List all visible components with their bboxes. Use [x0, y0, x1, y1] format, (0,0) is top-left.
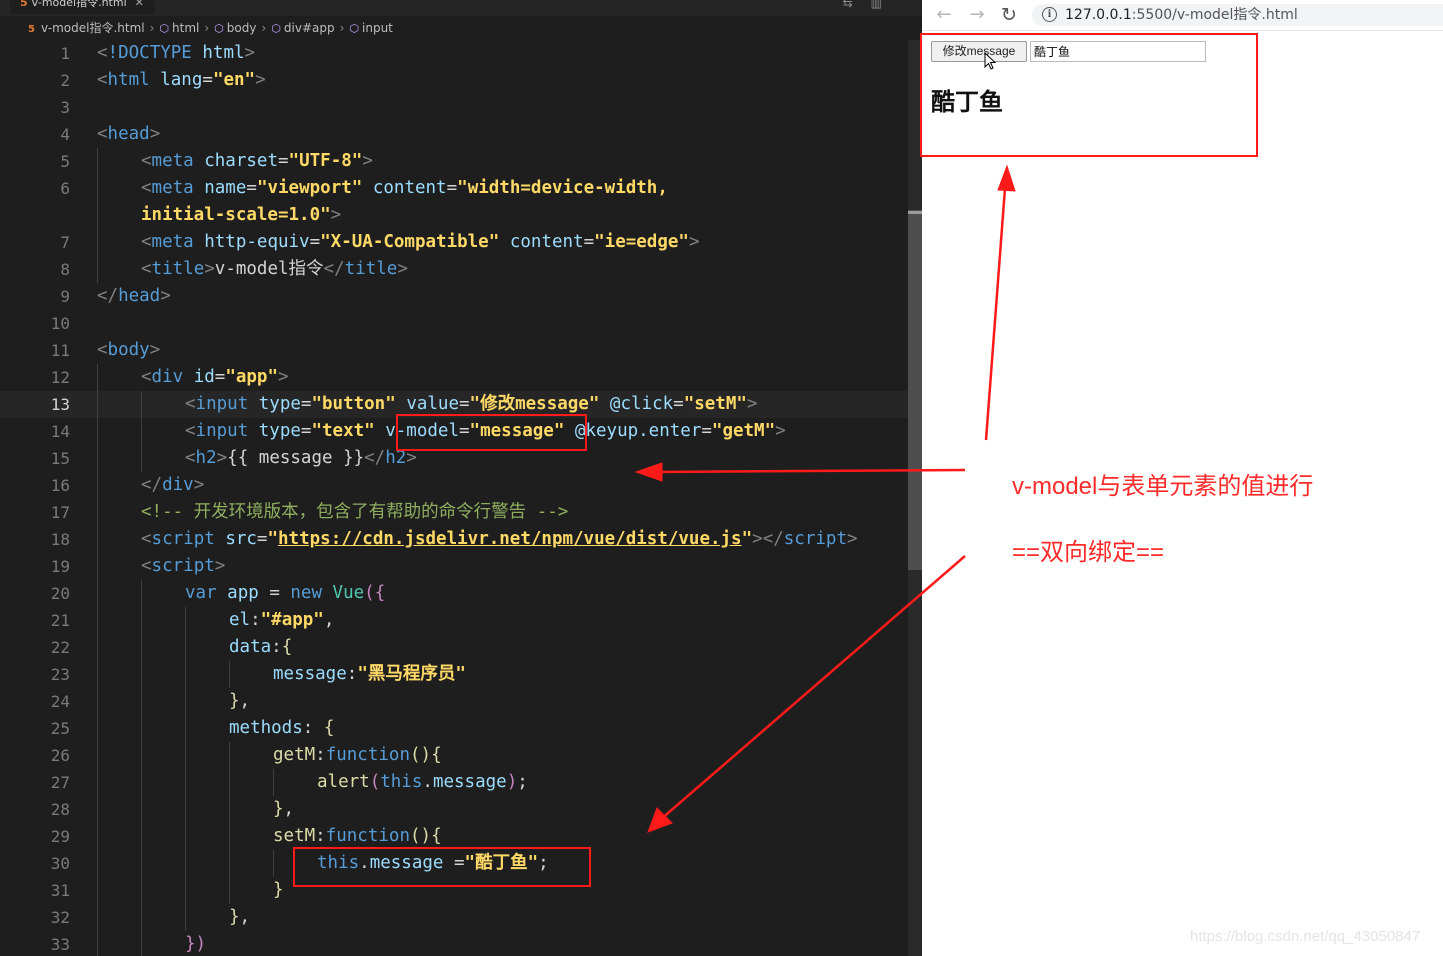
annotation-note: ==双向绑定==	[1012, 539, 1165, 566]
arrow-to-set-message	[659, 555, 966, 821]
arrow-to-code-line-15	[654, 468, 966, 474]
arrow-to-code-line-15-head	[634, 462, 663, 482]
arrow-to-browser-head	[997, 164, 1016, 192]
arrow-to-browser	[984, 174, 1008, 441]
annotation-note: v-model与表单元素的值进行	[1012, 473, 1314, 500]
watermark: https://blog.csdn.net/qq_43050847	[1190, 928, 1421, 945]
